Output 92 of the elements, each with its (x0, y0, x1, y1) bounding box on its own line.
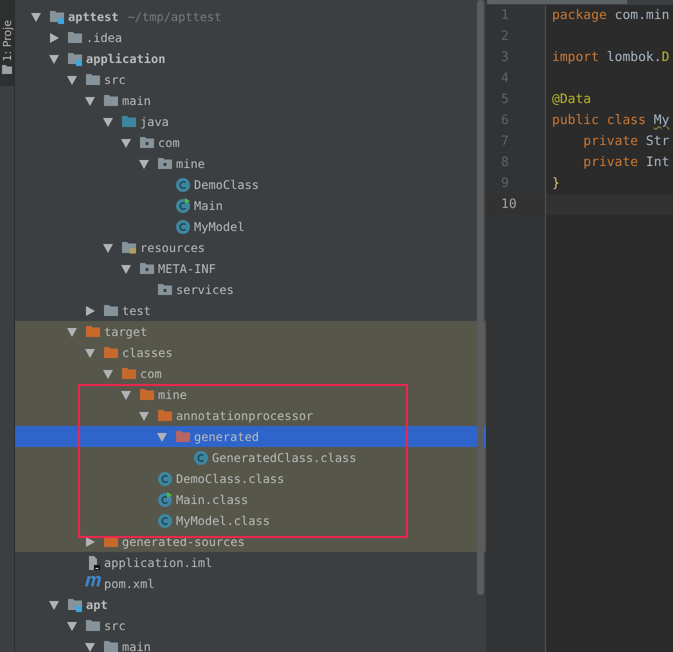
path-hint: ~/tmp/apttest (128, 10, 222, 24)
folder-icon (85, 618, 101, 634)
expand-arrow-icon[interactable] (85, 536, 95, 546)
collapse-arrow-icon[interactable] (49, 600, 59, 610)
class-run-icon (157, 492, 173, 508)
code-line: @Data (552, 92, 592, 107)
expand-arrow-icon[interactable] (49, 32, 59, 42)
collapse-arrow-icon[interactable] (139, 158, 149, 168)
class-icon (193, 450, 209, 466)
tree-item[interactable]: generated-sources (15, 531, 486, 552)
code-line: package com.min (552, 8, 670, 23)
tree-item[interactable]: pom.xml (15, 573, 486, 594)
tree-item[interactable]: mine (15, 384, 486, 405)
class-icon (175, 218, 191, 234)
tree-item[interactable]: application (15, 48, 486, 69)
tree-item[interactable]: main (15, 90, 486, 111)
code-line: public class My (552, 113, 670, 128)
tree-item[interactable]: Main (15, 195, 486, 216)
folder-icon (103, 638, 119, 652)
tree-item[interactable]: META-INF (15, 258, 486, 279)
tree-item[interactable]: mine (15, 153, 486, 174)
scrollbar[interactable] (477, 0, 484, 595)
code-line: import lombok.D (552, 50, 670, 65)
package-folder-icon (139, 134, 155, 150)
tree-item[interactable]: java (15, 111, 486, 132)
tree-item[interactable]: src (15, 615, 486, 636)
tree-item[interactable]: apttest ~/tmp/apttest (15, 6, 486, 27)
collapse-arrow-icon[interactable] (67, 620, 77, 630)
tree-item[interactable]: .idea (15, 27, 486, 48)
tree-item[interactable]: generated (15, 426, 486, 447)
folder-icon (139, 386, 155, 402)
project-tab[interactable]: 1: Proje (0, 0, 14, 86)
folder-icon (103, 302, 119, 318)
class-icon (157, 470, 173, 486)
collapse-arrow-icon[interactable] (85, 642, 95, 652)
package-folder-icon (157, 156, 173, 172)
collapse-arrow-icon[interactable] (121, 264, 131, 274)
tree-item[interactable]: services (15, 279, 486, 300)
tree-item[interactable]: MyModel.class (15, 510, 486, 531)
folder-icon (85, 324, 101, 340)
collapse-arrow-icon[interactable] (67, 74, 77, 84)
code-line: } (552, 176, 560, 191)
collapse-arrow-icon[interactable] (103, 368, 113, 378)
folder-icon (67, 30, 83, 46)
tree-item[interactable]: main (15, 636, 486, 652)
code-line: private Str (582, 134, 670, 149)
collapse-arrow-icon[interactable] (121, 138, 131, 148)
resources-folder-icon (121, 240, 137, 256)
tree-item[interactable]: annotationprocessor (15, 405, 486, 426)
tree-item[interactable]: test (15, 300, 486, 321)
expand-arrow-icon[interactable] (85, 306, 95, 316)
collapse-arrow-icon[interactable] (121, 390, 131, 400)
class-run-icon (175, 198, 191, 214)
collapse-arrow-icon[interactable] (67, 326, 77, 336)
collapse-arrow-icon[interactable] (157, 432, 167, 442)
folder-icon (103, 92, 119, 108)
tree-item[interactable]: DemoClass.class (15, 468, 486, 489)
class-icon (157, 512, 173, 528)
package-folder-icon (139, 260, 155, 276)
collapse-arrow-icon[interactable] (103, 242, 113, 252)
folder-icon (157, 408, 173, 424)
collapse-arrow-icon[interactable] (85, 348, 95, 358)
tree-item[interactable]: DemoClass (15, 174, 486, 195)
folder-icon (103, 344, 119, 360)
tree-item[interactable]: resources (15, 237, 486, 258)
tree-item[interactable]: apt (15, 594, 486, 615)
folder-icon (175, 428, 191, 444)
folder-icon (85, 72, 101, 88)
module-folder-icon (67, 596, 83, 612)
tree-item[interactable]: src (15, 69, 486, 90)
tree-item[interactable]: classes (15, 342, 486, 363)
tab-label: 1: Proje (0, 20, 14, 61)
folder-icon (2, 65, 12, 74)
collapse-arrow-icon[interactable] (103, 116, 113, 126)
module-folder-icon (49, 8, 65, 24)
class-icon (175, 176, 191, 192)
code-line: private Int (582, 155, 670, 170)
module-folder-icon (67, 50, 83, 66)
collapse-arrow-icon[interactable] (139, 410, 149, 420)
tree-item[interactable]: com (15, 132, 486, 153)
collapse-arrow-icon[interactable] (85, 96, 95, 106)
tree-item[interactable]: com (15, 363, 486, 384)
tree-item[interactable]: application.iml (15, 552, 486, 573)
tree-item[interactable]: GeneratedClass.class (15, 447, 486, 468)
tree-item[interactable]: Main.class (15, 489, 486, 510)
tree-item[interactable]: target (15, 321, 486, 342)
tree-item[interactable]: MyModel (15, 216, 486, 237)
collapse-arrow-icon[interactable] (31, 12, 41, 22)
package-folder-icon (157, 282, 173, 298)
collapse-arrow-icon[interactable] (49, 54, 59, 64)
folder-icon (121, 366, 137, 382)
source-folder-icon (121, 114, 137, 130)
